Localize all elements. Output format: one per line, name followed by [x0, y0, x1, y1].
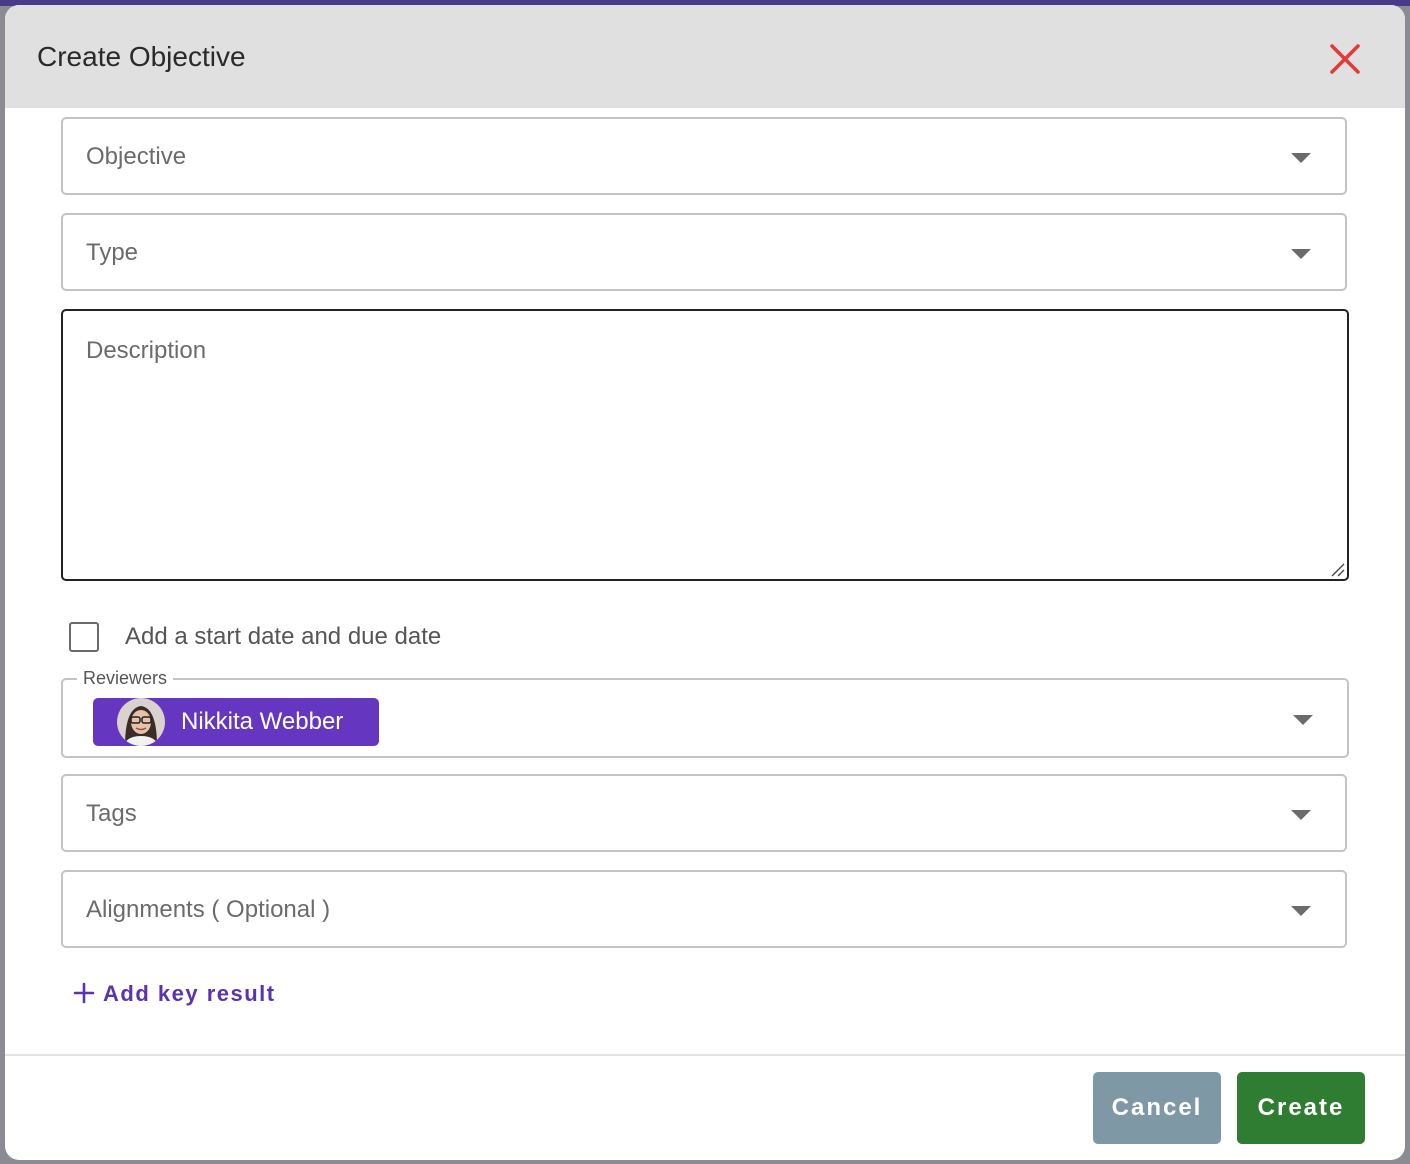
dialog-header: Create Objective [5, 5, 1405, 108]
objective-select-label: Objective [86, 143, 187, 170]
resize-handle-icon[interactable] [1329, 561, 1345, 577]
type-select-label: Type [86, 239, 139, 266]
reviewer-chip[interactable]: Nikkita Webber [93, 698, 379, 746]
caret-down-icon [1291, 810, 1311, 820]
tags-select[interactable]: Tags [61, 774, 1347, 852]
footer-divider [5, 1054, 1405, 1056]
create-objective-dialog: Create Objective Objective Type Descript… [5, 5, 1405, 1160]
close-icon [1330, 44, 1360, 74]
alignments-select-label: Alignments ( Optional ) [86, 896, 331, 923]
dialog-title: Create Objective [37, 41, 246, 72]
reviewers-select[interactable]: Reviewers Nikkita Webber [61, 666, 1349, 758]
date-checkbox-label[interactable]: Add a start date and due date [125, 621, 441, 653]
add-key-result-label: Add key result [103, 981, 276, 1006]
type-select[interactable]: Type [61, 213, 1347, 291]
caret-down-icon [1293, 715, 1313, 725]
plus-icon [73, 982, 95, 1004]
alignments-select[interactable]: Alignments ( Optional ) [61, 870, 1347, 948]
reviewer-chip-label: Nikkita Webber [181, 708, 344, 735]
caret-down-icon [1291, 249, 1311, 259]
cancel-button[interactable]: Cancel [1093, 1072, 1221, 1144]
caret-down-icon [1291, 153, 1311, 163]
reviewers-label: Reviewers [77, 666, 174, 690]
caret-down-icon [1291, 906, 1311, 916]
date-checkbox[interactable] [69, 622, 99, 652]
avatar [117, 698, 165, 746]
close-button[interactable] [1323, 37, 1367, 81]
objective-select[interactable]: Objective [61, 117, 1347, 195]
description-placeholder: Description [86, 337, 207, 364]
tags-select-label: Tags [86, 800, 137, 827]
description-textarea[interactable]: Description [61, 309, 1349, 581]
create-button[interactable]: Create [1237, 1072, 1365, 1144]
